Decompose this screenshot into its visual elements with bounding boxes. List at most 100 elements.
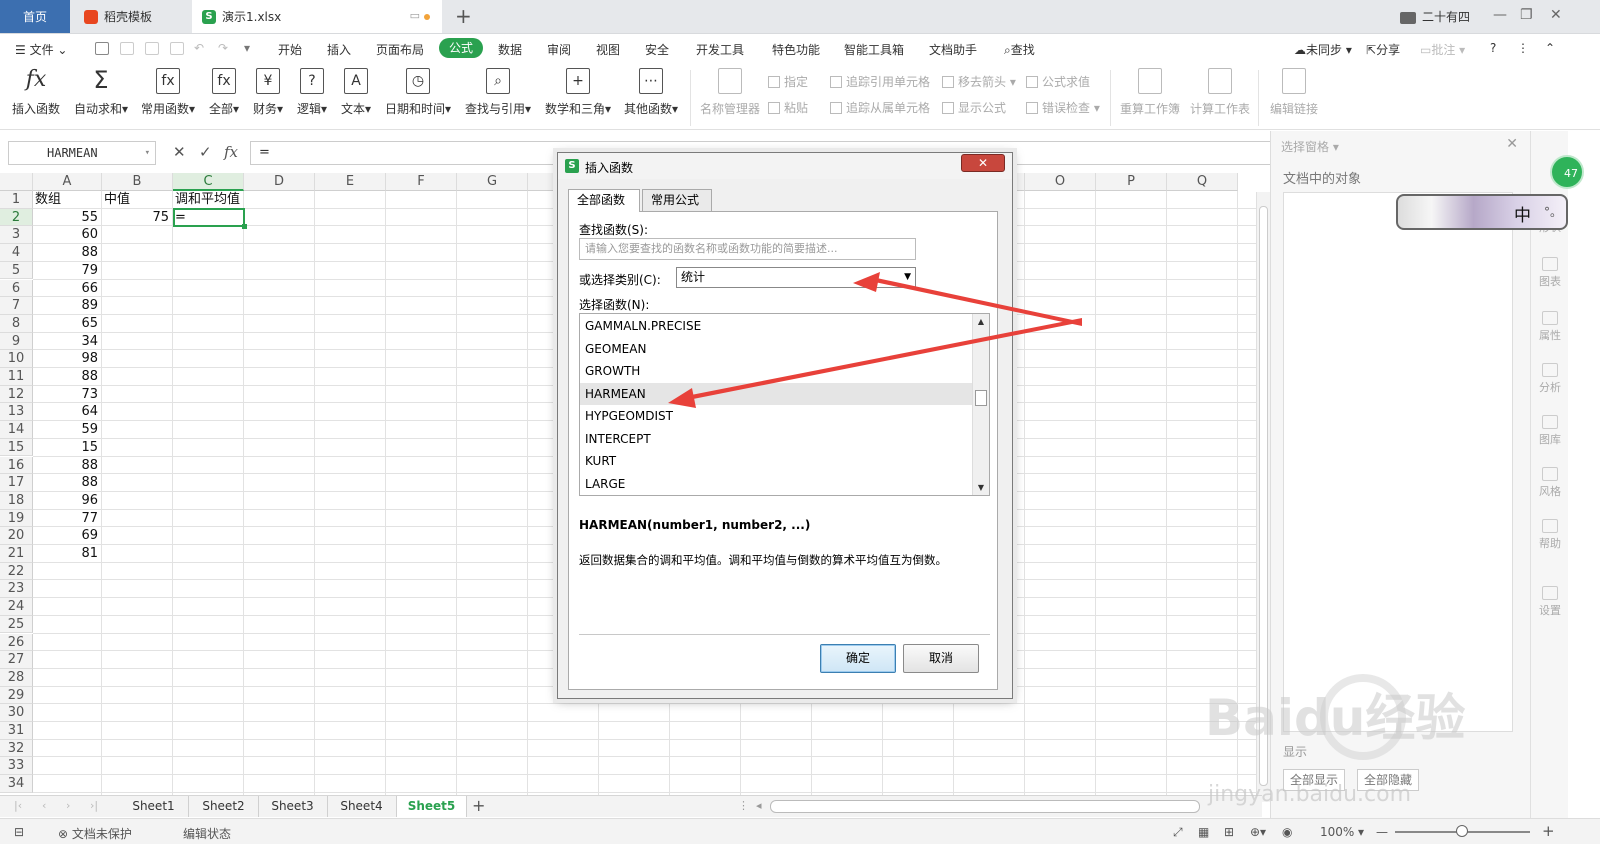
row-header-22[interactable]: 22	[0, 562, 33, 581]
scroll-up-icon[interactable]: ▲	[973, 317, 989, 326]
row-header-14[interactable]: 14	[0, 421, 33, 439]
text-functions-button[interactable]: A 文本▾	[338, 68, 374, 117]
cell-a21[interactable]: 81	[35, 545, 101, 562]
cell-a18[interactable]: 96	[35, 492, 101, 509]
fullscreen-icon[interactable]: ⤢	[1173, 825, 1183, 840]
menu-review[interactable]: 审阅	[547, 41, 571, 58]
menu-formulas[interactable]: 公式	[439, 38, 484, 58]
row-header-2[interactable]: 2	[0, 208, 33, 227]
zoom-value[interactable]: 100%	[1320, 825, 1354, 839]
function-list-item[interactable]: LARGE	[580, 473, 973, 496]
row-header-32[interactable]: 32	[0, 739, 33, 758]
row-header-34[interactable]: 34	[0, 775, 33, 793]
share-button[interactable]: ⇱分享	[1366, 41, 1400, 58]
function-list-item[interactable]: HYPGEOMDIST	[580, 405, 973, 428]
row-header-7[interactable]: 7	[0, 297, 33, 315]
cell-a9[interactable]: 34	[35, 333, 101, 350]
sidebar-help[interactable]: 帮助	[1531, 519, 1569, 551]
function-list-item[interactable]: GAMMALN.PRECISE	[580, 315, 973, 338]
math-trig-button[interactable]: + 数学和三角▾	[542, 68, 614, 117]
cell-a5[interactable]: 79	[35, 262, 101, 279]
close-icon[interactable]: ✕	[961, 154, 1005, 172]
input-method-avatar[interactable]: 中 °。	[1396, 194, 1568, 230]
row-header-6[interactable]: 6	[0, 279, 33, 298]
menu-search[interactable]: ⌕查找	[1004, 41, 1035, 58]
cell-b1[interactable]: 中值	[104, 191, 172, 208]
name-box[interactable]: HARMEAN ▾	[8, 141, 156, 165]
sheet-tab[interactable]: Sheet4	[327, 796, 397, 817]
page-break-view-icon[interactable]: ⊞	[1224, 825, 1234, 839]
cell-a17[interactable]: 88	[35, 474, 101, 491]
datetime-button[interactable]: ◷ 日期和时间▾	[382, 68, 454, 117]
common-functions-button[interactable]: fx 常用函数▾	[139, 68, 197, 117]
recalc-workbook-button[interactable]: 重算工作簿	[1118, 68, 1182, 117]
quick-access-dropdown-icon[interactable]: ▾	[244, 41, 250, 55]
row-header-15[interactable]: 15	[0, 438, 33, 457]
cell-a16[interactable]: 88	[35, 457, 101, 474]
cell-a12[interactable]: 73	[35, 386, 101, 403]
row-header-28[interactable]: 28	[0, 668, 33, 687]
row-header-11[interactable]: 11	[0, 368, 33, 386]
row-header-31[interactable]: 31	[0, 722, 33, 740]
column-header-q[interactable]: Q	[1167, 173, 1238, 191]
cancel-entry-icon[interactable]: ✕	[173, 143, 186, 161]
cell-a8[interactable]: 65	[35, 315, 101, 332]
eye-protect-icon[interactable]: ◉	[1282, 825, 1292, 839]
row-header-20[interactable]: 20	[0, 527, 33, 545]
column-header-a[interactable]: A	[33, 173, 102, 191]
remove-arrows-button[interactable]: 移去箭头 ▾	[942, 73, 1016, 90]
sidebar-style[interactable]: 风格	[1531, 467, 1569, 499]
print-icon[interactable]	[145, 42, 159, 55]
sidebar-analysis[interactable]: 分析	[1531, 363, 1569, 395]
active-cell-cursor[interactable]	[173, 207, 247, 229]
new-tab-button[interactable]: +	[455, 4, 472, 28]
sheet-tab-active[interactable]: Sheet5	[397, 796, 467, 817]
tab-splitter-icon[interactable]: ⋮	[738, 799, 749, 812]
cell-a11[interactable]: 88	[35, 368, 101, 385]
zoom-out-icon[interactable]: —	[1376, 825, 1388, 839]
add-sheet-icon[interactable]: +	[472, 796, 485, 815]
menu-data[interactable]: 数据	[498, 41, 522, 58]
row-header-23[interactable]: 23	[0, 580, 33, 599]
row-header-29[interactable]: 29	[0, 686, 33, 705]
normal-view-icon[interactable]: ▦	[1198, 825, 1209, 839]
zoom-in-icon[interactable]: +	[1542, 822, 1555, 840]
row-header-30[interactable]: 30	[0, 704, 33, 722]
zoom-dropdown-icon[interactable]: ▾	[1358, 825, 1364, 839]
define-name-button[interactable]: 指定	[768, 73, 808, 90]
scroll-down-icon[interactable]: ▼	[973, 483, 989, 492]
cell-a4[interactable]: 88	[35, 244, 101, 261]
autosum-button[interactable]: Σ 自动求和▾	[72, 68, 130, 117]
close-window-icon[interactable]: ✕	[1550, 7, 1562, 23]
function-list[interactable]: LARGE KURT INTERCEPT HYPGEOMDIST HARMEAN GROW…	[579, 313, 990, 496]
row-header-4[interactable]: 4	[0, 244, 33, 262]
sync-status[interactable]: ☁未同步 ▾	[1294, 41, 1352, 58]
cell-a1[interactable]: 数组	[35, 191, 101, 208]
trace-precedents-button[interactable]: 追踪引用单元格	[830, 73, 930, 90]
lookup-button[interactable]: ⌕ 查找与引用▾	[462, 68, 534, 117]
sidebar-settings[interactable]: 设置	[1531, 586, 1569, 618]
tab-daoke-templates[interactable]: 稻壳模板	[72, 0, 190, 33]
edit-links-button[interactable]: 编辑链接	[1266, 68, 1322, 117]
column-header-e[interactable]: E	[315, 173, 386, 191]
calc-sheet-button[interactable]: 计算工作表	[1188, 68, 1252, 117]
scroll-left-icon[interactable]: ◂	[756, 799, 762, 812]
function-list-item[interactable]: KURT	[580, 450, 973, 473]
prev-sheet-icon[interactable]: ‹	[42, 799, 46, 812]
cell-a7[interactable]: 89	[35, 297, 101, 314]
column-header-o[interactable]: O	[1025, 173, 1096, 191]
close-pane-icon[interactable]: ✕	[1506, 136, 1518, 152]
name-box-dropdown-icon[interactable]: ▾	[145, 142, 150, 164]
collapse-ribbon-icon[interactable]: ⌃	[1545, 41, 1555, 55]
notification-badge[interactable]: 47	[1550, 155, 1584, 189]
function-list-scrollbar[interactable]: ▲ ▼	[972, 314, 989, 495]
user-account[interactable]: 二十有四	[1400, 8, 1470, 25]
zoom-slider-knob[interactable]	[1456, 825, 1468, 837]
category-select[interactable]: 统计 ▼	[676, 267, 916, 288]
function-list-item[interactable]: INTERCEPT	[580, 428, 973, 451]
sheet-tab[interactable]: Sheet3	[258, 796, 328, 817]
menu-insert[interactable]: 插入	[327, 41, 351, 58]
column-header-g[interactable]: G	[457, 173, 528, 191]
trace-dependents-button[interactable]: 追踪从属单元格	[830, 99, 930, 116]
cell-a14[interactable]: 59	[35, 421, 101, 438]
